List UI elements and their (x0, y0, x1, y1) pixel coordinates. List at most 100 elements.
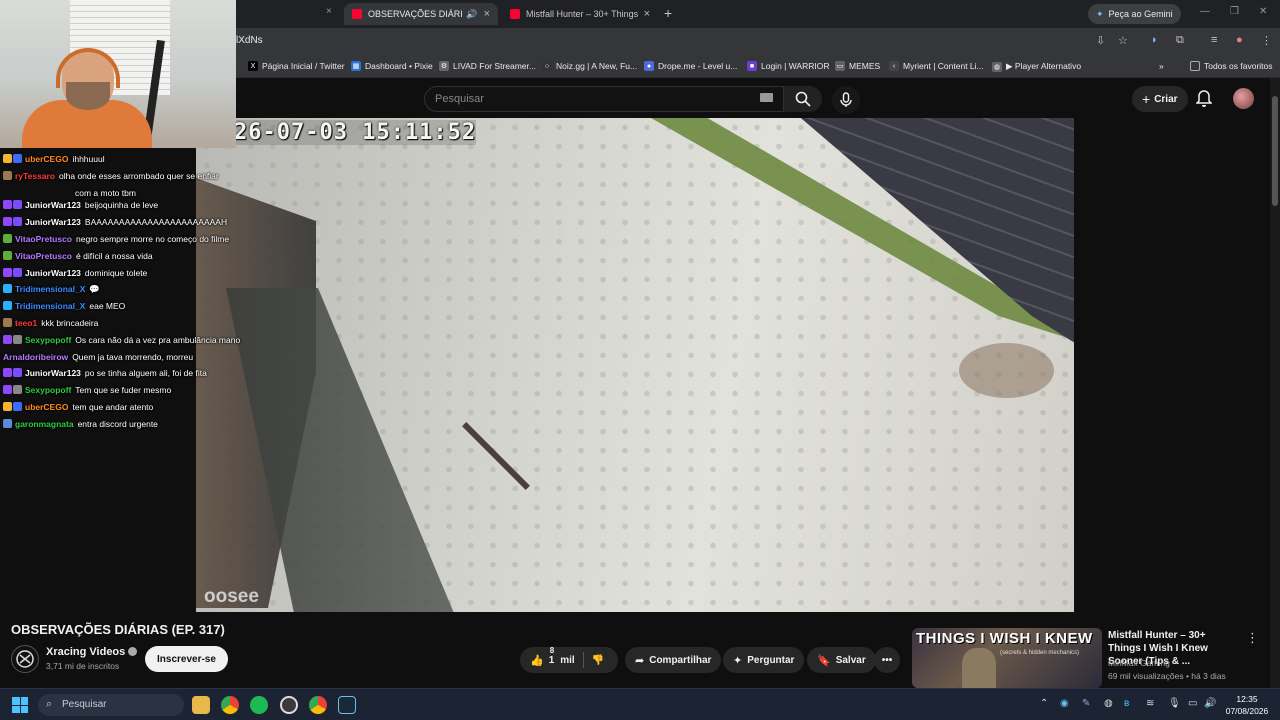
character-figure (962, 648, 996, 688)
maximize-icon[interactable]: ❐ (1230, 6, 1239, 17)
channel-name[interactable]: Xracing Videos (46, 646, 138, 658)
chat-message: com a moto tbm (3, 188, 136, 199)
extensions-puzzle-icon[interactable]: ⧉ (1176, 34, 1184, 47)
bookmark-livad[interactable]: ⚙ LIVAD For Streamer... (439, 61, 536, 71)
minimize-icon[interactable]: — (1200, 6, 1210, 17)
bookmark-player-alternativo[interactable]: ◍ ▶ Player Alternativo (992, 61, 1081, 72)
chat-username[interactable]: VitaoPretusco (15, 251, 72, 262)
install-app-icon[interactable]: ⇩ (1096, 34, 1105, 47)
scrollbar-thumb[interactable] (1272, 96, 1278, 206)
tray-chevron-icon[interactable]: ⌃ (1040, 698, 1048, 709)
bookmark-drope[interactable]: ● Drope.me - Level u... (644, 61, 737, 71)
chat-username[interactable]: Sexypopoff (25, 335, 71, 346)
bookmark-myrient[interactable]: ‹ Myrient | Content Li... (889, 61, 984, 71)
steam-icon[interactable] (338, 696, 356, 714)
keyboard-icon[interactable] (760, 93, 773, 102)
chat-username[interactable]: ryTessaro (15, 171, 55, 182)
chat-username[interactable]: JuniorWar123 (25, 368, 81, 379)
bookmark-memes-folder[interactable]: ▭ MEMES (835, 61, 880, 71)
chat-badges (3, 318, 13, 329)
chat-badges (3, 217, 23, 228)
kebab-menu-icon[interactable]: ⋮ (1246, 630, 1259, 646)
chat-text: beijoquinha de leve (84, 200, 159, 210)
windows-start-icon[interactable] (12, 697, 28, 713)
chrome-icon[interactable] (309, 696, 327, 714)
share-button[interactable]: ➦ Compartilhar (625, 647, 722, 673)
chat-username[interactable]: Tridimensional_X (15, 284, 85, 295)
account-avatar[interactable] (1233, 88, 1254, 109)
chat-badge-icon (3, 251, 12, 260)
new-tab-button[interactable]: + (664, 5, 672, 21)
pen-tray-icon[interactable]: ✎ (1082, 698, 1090, 709)
gemini-button[interactable]: ✦ Peça ao Gemini (1088, 4, 1181, 24)
chrome-icon[interactable] (221, 696, 239, 714)
chat-username[interactable]: garonmagnata (15, 419, 74, 430)
file-explorer-icon[interactable] (192, 696, 210, 714)
chat-message: garonmagnata entra discord urgente (3, 419, 158, 430)
subscribe-button[interactable]: Inscrever-se (145, 646, 228, 672)
ask-button[interactable]: ✦ Perguntar (723, 647, 805, 673)
create-button[interactable]: + Criar (1132, 86, 1188, 112)
extension-icon[interactable]: ◗ (1151, 34, 1158, 46)
profile-icon[interactable]: ● (1236, 34, 1243, 46)
more-actions-button[interactable]: ••• (874, 647, 900, 673)
bookmark-twitter[interactable]: X Página Inicial / Twitter (248, 61, 345, 71)
recommended-channel[interactable]: MinMax Gaming (1108, 658, 1170, 668)
bookmarks-overflow-icon[interactable]: » (1159, 61, 1164, 71)
chat-username[interactable]: JuniorWar123 (25, 268, 81, 279)
divider (582, 652, 584, 668)
wifi-tray-icon[interactable]: ≋ (1146, 698, 1154, 709)
volume-tray-icon[interactable]: 🔊 (1204, 698, 1216, 709)
bookmark-warrior[interactable]: ■ Login | WARRIOR (747, 61, 830, 71)
video-title: OBSERVAÇÕES DIÁRIAS (EP. 317) (11, 622, 225, 637)
chat-username[interactable]: JuniorWar123 (25, 217, 81, 228)
noiz-icon: ○ (542, 61, 552, 71)
search-button[interactable] (784, 86, 822, 112)
chat-message: Arnaldoribeirow Quem ja tava morrendo, mo… (3, 352, 193, 363)
chat-username[interactable]: Tridimensional_X (15, 301, 85, 312)
browser-menu-icon[interactable]: ⋮ (1261, 34, 1272, 47)
livad-icon: ⚙ (439, 61, 449, 71)
like-button[interactable]: 👍 81 mil (530, 646, 575, 667)
close-tab-icon[interactable]: × (326, 6, 332, 17)
close-tab-icon[interactable]: × (644, 8, 650, 20)
tab-observacoes[interactable]: OBSERVAÇÕES DIÁRIAS (EP. 3 🔊 × (344, 3, 498, 25)
all-bookmarks[interactable]: Todos os favoritos (1190, 61, 1273, 71)
url-field[interactable]: lXdNs (236, 35, 263, 46)
plus-icon: + (1142, 91, 1151, 107)
bookmark-dashboard-pixie[interactable]: ▦ Dashboard • Pixie (351, 61, 433, 71)
chat-username[interactable]: Sexypopoff (25, 385, 71, 396)
chat-username[interactable]: teeo1 (15, 318, 37, 329)
obs-icon[interactable] (280, 696, 298, 714)
chat-badge-icon (13, 154, 22, 163)
microphone-tray-icon[interactable]: 🎙 (1168, 698, 1181, 709)
bookmark-noiz[interactable]: ○ Noiz.gg | A New, Fu... (542, 61, 637, 71)
channel-avatar[interactable] (11, 645, 39, 673)
save-button[interactable]: 🔖 Salvar (807, 647, 876, 673)
system-clock[interactable]: 12:35 07/08/2026 (1222, 693, 1272, 717)
search-icon: ⌕ (46, 698, 53, 710)
voice-search-button[interactable] (832, 86, 860, 114)
close-window-icon[interactable]: ✕ (1259, 6, 1267, 17)
taskbar-search[interactable]: ⌕ Pesquisar (38, 694, 184, 716)
dislike-button[interactable]: 👎 (592, 655, 604, 666)
speaker-icon[interactable]: 🔊 (466, 9, 477, 20)
video-player[interactable]: 26-07-03 15:11:52 oosee (196, 118, 1074, 612)
bluetooth-tray-icon[interactable]: ʙ (1124, 698, 1129, 709)
search-input[interactable]: Pesquisar (424, 86, 784, 112)
chat-username[interactable]: VitaoPretusco (15, 234, 72, 245)
tab-mistfall-hunter[interactable]: Mistfall Hunter – 30+ Things I W × (502, 3, 658, 25)
bookmark-star-icon[interactable]: ☆ (1118, 34, 1128, 47)
chat-username[interactable]: JuniorWar123 (25, 200, 81, 211)
steam-tray-icon[interactable]: ◉ (1060, 698, 1069, 709)
recommended-thumbnail[interactable]: THINGS I WISH I KNEW (secrets & hidden m… (912, 628, 1102, 688)
discord-tray-icon[interactable]: ◍ (1104, 698, 1113, 709)
chat-username[interactable]: Arnaldoribeirow (3, 352, 68, 363)
notifications-bell-icon[interactable] (1196, 90, 1212, 108)
close-tab-icon[interactable]: × (484, 8, 490, 20)
spotify-icon[interactable] (250, 696, 268, 714)
chat-username[interactable]: uberCEGO (25, 402, 68, 413)
chat-username[interactable]: uberCEGO (25, 154, 68, 165)
network-tray-icon[interactable]: ▭ (1188, 698, 1197, 709)
media-control-icon[interactable]: ≡ (1211, 34, 1217, 46)
